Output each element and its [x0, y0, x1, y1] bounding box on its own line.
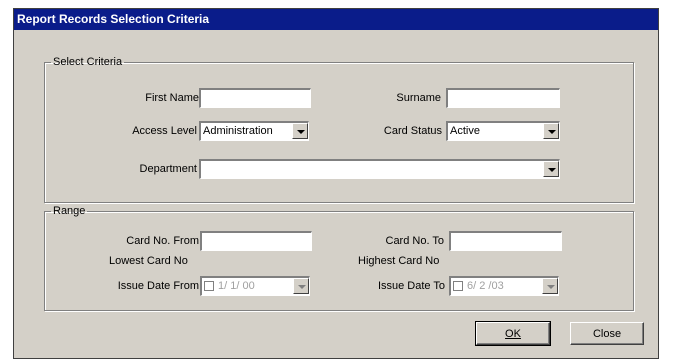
card-status-value: Active: [450, 125, 480, 137]
issue-from-value: 1/ 1/ 00: [218, 280, 255, 292]
chevron-down-icon[interactable]: [543, 161, 559, 177]
surname-input[interactable]: [446, 88, 560, 108]
checkbox-icon[interactable]: [204, 281, 214, 291]
card-to-hint: Highest Card No: [358, 255, 440, 267]
access-level-select[interactable]: Administration: [199, 121, 309, 141]
issue-from-label: Issue Date From: [117, 280, 199, 292]
card-to-input[interactable]: [449, 231, 562, 251]
title-bar: Report Records Selection Criteria: [14, 9, 658, 30]
card-status-label: Card Status: [383, 125, 442, 137]
range-legend: Range: [53, 205, 86, 217]
chevron-down-icon[interactable]: [543, 123, 559, 139]
card-from-input[interactable]: [200, 231, 312, 251]
card-status-select[interactable]: Active: [446, 121, 560, 141]
access-level-label: Access Level: [132, 125, 197, 137]
card-from-label: Card No. From: [126, 235, 199, 247]
checkbox-icon[interactable]: [453, 281, 463, 291]
select-criteria-legend: Select Criteria: [53, 56, 123, 68]
department-select[interactable]: [199, 159, 560, 179]
close-button-label: Close: [592, 327, 622, 340]
ok-button-label: OK: [505, 327, 521, 340]
close-button[interactable]: Close: [570, 322, 644, 345]
window-title: Report Records Selection Criteria: [17, 12, 210, 26]
chevron-down-icon[interactable]: [542, 278, 558, 294]
first-name-input[interactable]: [199, 88, 311, 108]
first-name-label: First Name: [145, 92, 199, 104]
chevron-down-icon[interactable]: [293, 278, 309, 294]
ok-button[interactable]: OK: [475, 321, 551, 346]
issue-to-value: 6/ 2 /03: [467, 280, 504, 292]
department-label: Department: [139, 163, 197, 175]
report-selection-dialog: Report Records Selection Criteria Select…: [13, 8, 659, 359]
issue-to-label: Issue Date To: [377, 280, 445, 292]
surname-label: Surname: [396, 92, 441, 104]
issue-from-date-picker[interactable]: 1/ 1/ 00: [200, 276, 310, 296]
access-level-value: Administration: [203, 125, 273, 137]
issue-to-date-picker[interactable]: 6/ 2 /03: [449, 276, 559, 296]
card-from-hint: Lowest Card No: [109, 255, 188, 267]
chevron-down-icon[interactable]: [292, 123, 308, 139]
card-to-label: Card No. To: [385, 235, 445, 247]
